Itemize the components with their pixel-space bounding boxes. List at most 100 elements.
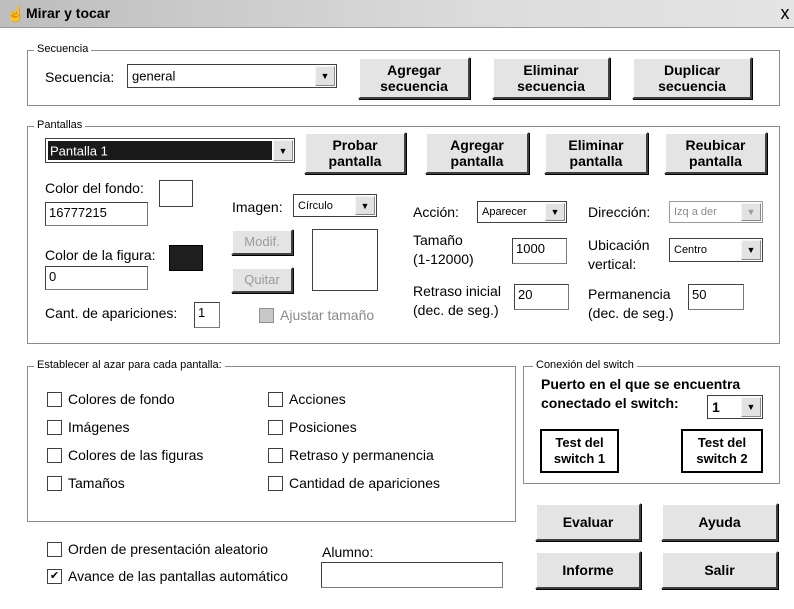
checkbox-label: Colores de las figuras xyxy=(68,447,204,463)
permanencia-label: Permanencia xyxy=(588,286,671,302)
checkbox-icon xyxy=(47,419,62,435)
pantalla-value: Pantalla 1 xyxy=(50,143,108,158)
checkbox-icon xyxy=(47,391,62,407)
pantalla-select[interactable]: Pantalla 1 ▼ xyxy=(45,138,295,163)
direccion-label: Dirección: xyxy=(588,204,651,220)
checkbox-label: Cantidad de apariciones xyxy=(289,475,440,491)
checkbox-icon xyxy=(268,419,283,435)
checkbox-icon xyxy=(259,307,274,323)
azar-cantidad-apariciones-checkbox[interactable]: Cantidad de apariciones xyxy=(268,475,440,491)
color-figura-input[interactable]: 0 xyxy=(45,266,148,290)
test-switch-1-button[interactable]: Test del switch 1 xyxy=(540,429,619,473)
checkbox-icon xyxy=(47,447,62,463)
azar-acciones-checkbox[interactable]: Acciones xyxy=(268,391,346,407)
chevron-down-icon: ▼ xyxy=(355,196,375,215)
secuencia-label: Secuencia: xyxy=(45,69,115,85)
tamano-input[interactable]: 1000 xyxy=(512,238,567,264)
eliminar-pantalla-button[interactable]: Eliminar pantalla xyxy=(544,132,648,174)
azar-posiciones-checkbox[interactable]: Posiciones xyxy=(268,419,357,435)
chevron-down-icon: ▼ xyxy=(741,203,761,221)
azar-group xyxy=(27,366,516,522)
direccion-select[interactable]: Izq a der ▼ xyxy=(669,201,763,223)
reubicar-pantalla-button[interactable]: Reubicar pantalla xyxy=(664,132,767,174)
checkbox-label: Acciones xyxy=(289,391,346,407)
azar-tamanos-checkbox[interactable]: Tamaños xyxy=(47,475,125,491)
color-fondo-swatch[interactable] xyxy=(159,180,193,207)
checkbox-icon xyxy=(268,391,283,407)
alumno-label: Alumno: xyxy=(322,544,374,560)
checkbox-icon xyxy=(47,475,62,491)
chevron-down-icon: ▼ xyxy=(741,397,761,417)
direccion-value: Izq a der xyxy=(674,206,717,218)
color-fondo-input[interactable]: 16777215 xyxy=(45,202,148,226)
image-preview xyxy=(312,229,378,291)
azar-imagenes-checkbox[interactable]: Imágenes xyxy=(47,419,129,435)
alumno-input[interactable] xyxy=(321,562,503,588)
secuencia-value: general xyxy=(132,68,176,84)
accion-value: Aparecer xyxy=(482,206,527,218)
puerto-label: Puerto en el que se encuentra xyxy=(541,376,741,392)
permanencia-unit-label: (dec. de seg.) xyxy=(588,305,674,321)
agregar-pantalla-button[interactable]: Agregar pantalla xyxy=(425,132,529,174)
retraso-input[interactable]: 20 xyxy=(514,284,569,310)
modif-button[interactable]: Modif. xyxy=(231,229,293,255)
ubicacion-label: Ubicación xyxy=(588,237,650,253)
imagen-select[interactable]: Círculo ▼ xyxy=(293,194,377,217)
chevron-down-icon: ▼ xyxy=(273,140,293,161)
check-icon: ✔ xyxy=(47,568,62,584)
imagen-value: Círculo xyxy=(298,199,333,212)
azar-colores-figuras-checkbox[interactable]: Colores de las figuras xyxy=(47,447,203,463)
chevron-down-icon: ▼ xyxy=(545,203,565,221)
informe-button[interactable]: Informe xyxy=(535,551,641,589)
chevron-down-icon: ▼ xyxy=(315,66,335,86)
imagen-label: Imagen: xyxy=(232,199,283,215)
ubicacion-value: Centro xyxy=(674,244,708,256)
agregar-secuencia-button[interactable]: Agregar secuencia xyxy=(358,57,470,99)
window-title: Mirar y tocar xyxy=(26,5,111,21)
color-figura-swatch[interactable] xyxy=(169,245,203,271)
avance-automatico-checkbox[interactable]: ✔ Avance de las pantallas automático xyxy=(47,568,288,584)
test-switch-2-button[interactable]: Test del switch 2 xyxy=(681,429,763,473)
checkbox-label: Avance de las pantallas automático xyxy=(68,568,288,584)
checkbox-label: Orden de presentación aleatorio xyxy=(68,541,269,557)
checkbox-label: Retraso y permanencia xyxy=(289,447,434,463)
color-figura-label: Color de la figura: xyxy=(45,247,156,263)
secuencia-select[interactable]: general ▼ xyxy=(127,64,337,88)
ayuda-button[interactable]: Ayuda xyxy=(661,503,778,541)
ubicacion-vertical-label: vertical: xyxy=(588,256,637,272)
azar-legend: Establecer al azar para cada pantalla: xyxy=(34,359,225,371)
ubicacion-select[interactable]: Centro ▼ xyxy=(669,238,763,262)
duplicar-secuencia-button[interactable]: Duplicar secuencia xyxy=(632,57,752,99)
checkbox-icon xyxy=(268,475,283,491)
salir-button[interactable]: Salir xyxy=(661,551,778,589)
azar-retraso-permanencia-checkbox[interactable]: Retraso y permanencia xyxy=(268,447,434,463)
chevron-down-icon: ▼ xyxy=(741,240,761,260)
puerto-label-2: conectado el switch: xyxy=(541,395,679,411)
quitar-button[interactable]: Quitar xyxy=(231,267,293,293)
checkbox-icon xyxy=(268,447,283,463)
eliminar-secuencia-button[interactable]: Eliminar secuencia xyxy=(492,57,610,99)
checkbox-label: Imágenes xyxy=(68,419,130,435)
orden-aleatorio-checkbox[interactable]: Orden de presentación aleatorio xyxy=(47,541,268,557)
cant-apariciones-label: Cant. de apariciones: xyxy=(45,305,178,321)
cant-apariciones-input[interactable]: 1 xyxy=(194,302,220,328)
close-button[interactable]: x xyxy=(776,2,794,24)
checkbox-icon xyxy=(47,541,62,557)
probar-pantalla-button[interactable]: Probar pantalla xyxy=(304,132,406,174)
retraso-unit-label: (dec. de seg.) xyxy=(413,302,499,318)
color-fondo-label: Color del fondo: xyxy=(45,180,144,196)
switch-legend: Conexión del switch xyxy=(533,359,637,371)
pantallas-legend: Pantallas xyxy=(34,119,86,131)
accion-select[interactable]: Aparecer ▼ xyxy=(477,201,567,223)
checkbox-label: Tamaños xyxy=(68,475,125,491)
tamano-range-label: (1-12000) xyxy=(413,251,474,267)
secuencia-legend: Secuencia xyxy=(34,43,92,55)
evaluar-button[interactable]: Evaluar xyxy=(535,503,641,541)
retraso-label: Retraso inicial xyxy=(413,283,501,299)
puerto-select[interactable]: 1 ▼ xyxy=(707,395,763,419)
azar-colores-fondo-checkbox[interactable]: Colores de fondo xyxy=(47,391,175,407)
puerto-value: 1 xyxy=(712,399,720,415)
permanencia-input[interactable]: 50 xyxy=(688,284,744,310)
ajustar-tamano-checkbox[interactable]: Ajustar tamaño xyxy=(259,307,374,323)
hand-icon: ☝ xyxy=(6,6,25,23)
